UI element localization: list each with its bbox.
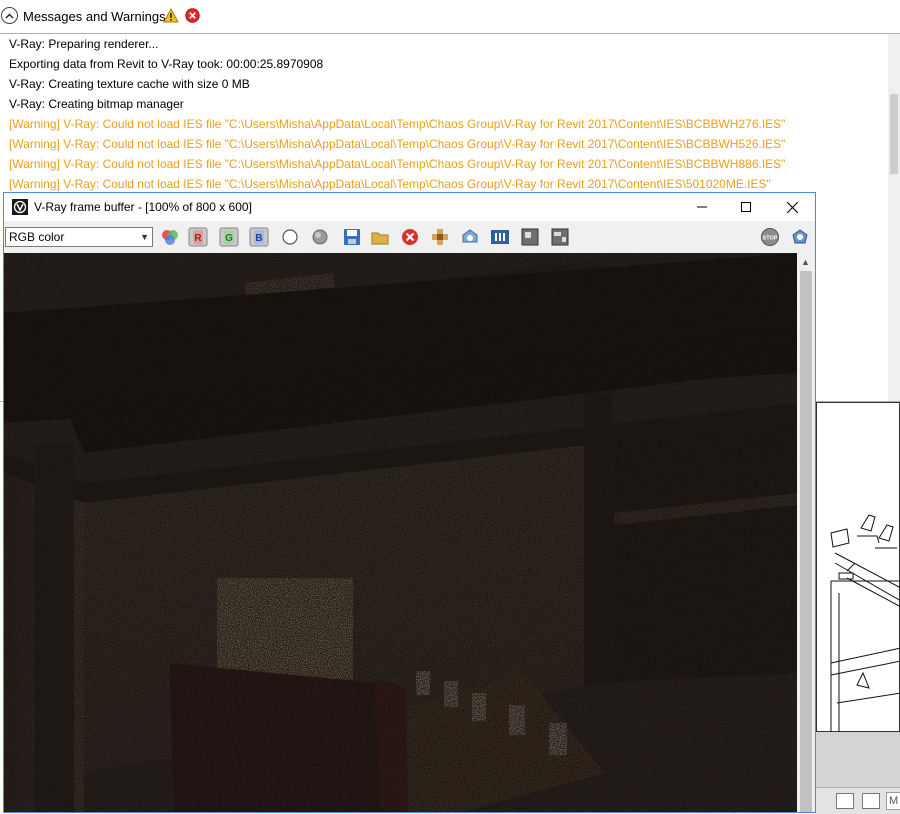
warning-filter-icon[interactable] — [163, 8, 179, 23]
load-image-icon[interactable] — [370, 227, 390, 247]
vfb-title-bar[interactable]: V-Ray frame buffer - [100% of 800 x 600] — [4, 193, 815, 221]
close-icon — [786, 201, 798, 213]
vfb-title: V-Ray frame buffer - [100% of 800 x 600] — [34, 200, 252, 214]
mono-icon[interactable] — [280, 227, 300, 247]
render-icon[interactable] — [790, 227, 810, 247]
chevron-up-icon — [5, 13, 14, 18]
scrollbar-thumb[interactable] — [800, 271, 812, 812]
revit-status-bar: M — [816, 787, 900, 814]
blue-channel-label: B — [255, 233, 262, 244]
maximize-button[interactable] — [723, 193, 769, 221]
follow-mouse-icon[interactable] — [430, 227, 450, 247]
save-image-icon[interactable] — [342, 227, 362, 247]
scrollbar-thumb[interactable] — [890, 94, 898, 174]
minimize-button[interactable] — [679, 193, 725, 221]
worksets-icon[interactable] — [836, 793, 854, 809]
close-button[interactable] — [769, 193, 815, 221]
maximize-icon — [741, 202, 751, 212]
lens-effects-icon[interactable] — [550, 227, 570, 247]
chevron-down-icon: ▼ — [140, 232, 149, 242]
messages-lines: V-Ray: Preparing renderer... Exporting d… — [9, 34, 785, 194]
message-line: V-Ray: Creating texture cache with size … — [9, 77, 250, 91]
region-render-icon[interactable] — [460, 227, 480, 247]
revit-view-area: M — [816, 402, 900, 814]
clear-image-icon[interactable] — [400, 227, 420, 247]
messages-panel-header: Messages and Warnings — [0, 0, 900, 33]
revit-drawing-icon — [830, 514, 900, 733]
green-channel-label: G — [225, 233, 233, 244]
warning-line: [Warning] V-Ray: Could not load IES file… — [9, 177, 771, 191]
alpha-icon[interactable] — [310, 227, 330, 247]
render-image[interactable] — [4, 253, 797, 812]
error-filter-icon[interactable] — [185, 8, 200, 23]
chevron-up-icon[interactable]: ▲ — [801, 257, 810, 267]
revit-3d-view[interactable] — [816, 402, 900, 733]
color-corrections-icon[interactable] — [160, 227, 180, 247]
collapse-panel-button[interactable] — [1, 7, 18, 24]
vray-logo-icon — [12, 199, 28, 215]
render-vertical-scrollbar[interactable]: ▲ — [797, 253, 815, 812]
pixel-info-icon[interactable] — [520, 227, 540, 247]
stop-label: STOP — [763, 236, 778, 242]
messages-scrollbar[interactable] — [888, 34, 900, 401]
stop-render-icon[interactable]: STOP — [760, 227, 780, 247]
channel-select-value: RGB color — [9, 230, 65, 244]
minimize-icon — [697, 206, 707, 208]
message-line: V-Ray: Preparing renderer... — [9, 37, 159, 51]
green-channel-icon[interactable]: G — [219, 227, 239, 247]
vfb-toolbar: RGB color ▼ R G B STOP — [4, 221, 815, 253]
render-image-canvas — [4, 253, 797, 812]
channel-select[interactable]: RGB color ▼ — [5, 227, 153, 247]
warning-line: [Warning] V-Ray: Could not load IES file… — [9, 117, 786, 131]
message-line: V-Ray: Creating bitmap manager — [9, 97, 184, 111]
vray-frame-buffer-window: V-Ray frame buffer - [100% of 800 x 600]… — [3, 192, 816, 813]
warning-line: [Warning] V-Ray: Could not load IES file… — [9, 137, 786, 151]
history-icon[interactable] — [490, 227, 510, 247]
design-options-icon[interactable] — [862, 793, 880, 809]
messages-panel-title: Messages and Warnings — [23, 9, 166, 24]
warning-line: [Warning] V-Ray: Could not load IES file… — [9, 157, 786, 171]
red-channel-label: R — [194, 233, 202, 244]
blue-channel-icon[interactable]: B — [249, 227, 269, 247]
red-channel-icon[interactable]: R — [188, 227, 208, 247]
status-field[interactable]: M — [886, 792, 900, 810]
message-line: Exporting data from Revit to V-Ray took:… — [9, 57, 324, 71]
